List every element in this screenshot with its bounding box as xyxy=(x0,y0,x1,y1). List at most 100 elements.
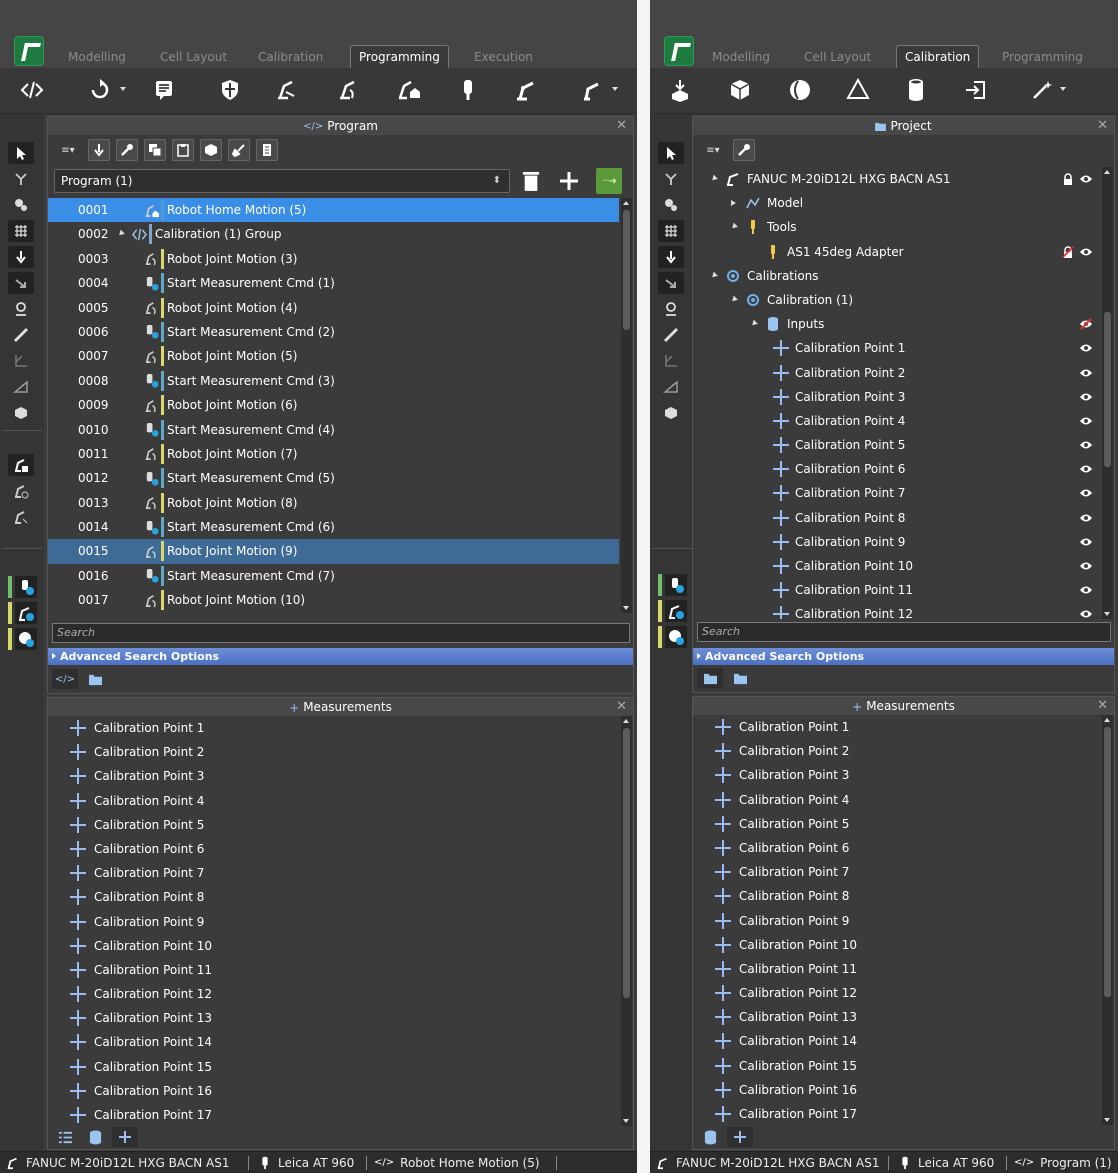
ruler-icon[interactable] xyxy=(658,324,684,346)
eye-icon[interactable] xyxy=(1080,560,1092,572)
wrench-icon[interactable] xyxy=(116,139,138,161)
tab-folder-icon[interactable] xyxy=(697,668,723,688)
tab-list-icon[interactable] xyxy=(52,1127,78,1147)
eye-icon[interactable] xyxy=(1080,487,1092,499)
select-arrow-icon[interactable] xyxy=(658,142,684,164)
ruler-icon[interactable] xyxy=(8,324,34,346)
robot-arm-icon[interactable] xyxy=(512,76,540,104)
eye-icon[interactable] xyxy=(1080,246,1092,258)
scroll-down-icon[interactable] xyxy=(623,1119,629,1123)
measurement-item[interactable]: Calibration Point 3 xyxy=(48,764,619,788)
measurement-item[interactable]: Calibration Point 7 xyxy=(48,861,619,885)
jog-tool-icon[interactable] xyxy=(8,272,34,294)
sync-status-icon[interactable] xyxy=(665,626,687,648)
eye-icon[interactable] xyxy=(1080,463,1092,475)
program-row[interactable]: 0010 Start Measurement Cmd (4) xyxy=(48,418,619,442)
scroll-up-icon[interactable] xyxy=(623,719,629,723)
project-tree-item[interactable]: Tools xyxy=(693,215,1100,239)
measurement-item[interactable]: Calibration Point 17 xyxy=(693,1102,1100,1125)
measurement-item[interactable]: Calibration Point 7 xyxy=(693,860,1100,884)
program-row[interactable]: 0014 Start Measurement Cmd (6) xyxy=(48,515,619,539)
paste-icon[interactable] xyxy=(172,139,194,161)
measurement-item[interactable]: Calibration Point 13 xyxy=(693,1005,1100,1029)
robot-lock-icon[interactable] xyxy=(8,454,34,476)
measurement-item[interactable]: Calibration Point 6 xyxy=(693,836,1100,860)
object-icon[interactable] xyxy=(658,402,684,424)
scroll-down-icon[interactable] xyxy=(623,606,629,610)
expanded-arrow-icon[interactable] xyxy=(710,271,718,280)
chevron-down-icon[interactable] xyxy=(1060,87,1066,91)
jog-icon[interactable] xyxy=(8,246,34,268)
delete-button[interactable] xyxy=(518,168,544,194)
measurement-item[interactable]: Calibration Point 5 xyxy=(48,813,619,837)
program-row[interactable]: 0012 Start Measurement Cmd (5) xyxy=(48,466,619,490)
shield-icon[interactable] xyxy=(216,76,244,104)
measurement-item[interactable]: Calibration Point 14 xyxy=(693,1029,1100,1053)
scroll-thumb[interactable] xyxy=(623,728,630,998)
program-row[interactable]: 0007 Robot Joint Motion (5) xyxy=(48,344,619,368)
measurement-item[interactable]: Calibration Point 8 xyxy=(693,884,1100,908)
copy-icon[interactable] xyxy=(144,139,166,161)
project-scrollbar[interactable] xyxy=(1102,167,1113,619)
search-input[interactable]: Search xyxy=(697,622,1111,642)
tab-folder-icon[interactable] xyxy=(82,669,108,689)
scroll-thumb[interactable] xyxy=(1104,312,1111,467)
advanced-search-toggle[interactable]: Advanced Search Options xyxy=(693,648,1114,665)
jog-icon[interactable] xyxy=(658,246,684,268)
status-program-item[interactable]: </> Program (1) xyxy=(1014,1152,1112,1173)
program-row[interactable]: 0015 Robot Joint Motion (9) xyxy=(48,539,619,564)
project-tree-item[interactable]: Calibration Point 7 xyxy=(693,481,1100,505)
location-icon[interactable] xyxy=(8,298,34,320)
program-row[interactable]: 0002 Calibration (1) Group xyxy=(48,222,619,246)
project-tree-item[interactable]: Calibration Point 3 xyxy=(693,385,1100,409)
expanded-arrow-icon[interactable] xyxy=(730,222,738,231)
project-tree-item[interactable]: Calibration (1) xyxy=(693,288,1100,312)
project-tree-item[interactable]: Inputs xyxy=(693,312,1100,336)
teach-icon[interactable] xyxy=(88,139,110,161)
chevron-down-icon[interactable] xyxy=(120,87,126,91)
expanded-arrow-icon[interactable] xyxy=(730,295,738,304)
program-scrollbar[interactable] xyxy=(621,198,632,613)
measurement-item[interactable]: Calibration Point 9 xyxy=(693,909,1100,933)
project-tree-item[interactable]: AS1 45deg Adapter xyxy=(693,240,1100,264)
program-row[interactable]: 0009 Robot Joint Motion (6) xyxy=(48,393,619,417)
select-arrow-icon[interactable] xyxy=(8,142,34,164)
search-input[interactable]: Search xyxy=(52,623,630,643)
tab-program-code-icon[interactable]: </> xyxy=(52,669,78,689)
comment-icon[interactable] xyxy=(150,76,178,104)
cube-icon[interactable] xyxy=(726,76,754,104)
tab-measurements-icon[interactable] xyxy=(112,1127,138,1147)
unlock-icon[interactable] xyxy=(1062,245,1074,258)
measurement-icon[interactable] xyxy=(454,76,482,104)
eye-hidden-icon[interactable] xyxy=(1080,318,1092,330)
triangle-measure-icon[interactable] xyxy=(8,376,34,398)
close-icon[interactable]: ✕ xyxy=(616,117,627,135)
tab-database-icon[interactable] xyxy=(697,1127,723,1147)
measurement-item[interactable]: Calibration Point 16 xyxy=(693,1078,1100,1102)
tab-calibration[interactable]: Calibration xyxy=(896,45,980,69)
close-icon[interactable]: ✕ xyxy=(616,698,627,716)
loop-icon[interactable] xyxy=(86,76,114,104)
measurement-item[interactable]: Calibration Point 10 xyxy=(48,934,619,958)
sync-status-icon[interactable] xyxy=(15,628,37,650)
cylinder-icon[interactable] xyxy=(902,76,930,104)
program-selector[interactable]: Program (1) ⬍ xyxy=(54,169,510,193)
grid-icon[interactable] xyxy=(658,220,684,242)
collapsed-arrow-icon[interactable] xyxy=(731,200,736,207)
project-tree-item[interactable]: Calibrations xyxy=(693,264,1100,288)
tab-database-icon[interactable] xyxy=(82,1127,108,1147)
status-robot[interactable]: FANUC M-20iD12L HXG BACN AS1 xyxy=(6,1152,229,1173)
project-tree-item[interactable]: FANUC M-20iD12L HXG BACN AS1 xyxy=(693,167,1100,191)
run-button[interactable]: ···➜ xyxy=(596,168,622,194)
measurement-item[interactable]: Calibration Point 11 xyxy=(693,957,1100,981)
measurement-item[interactable]: Calibration Point 1 xyxy=(693,715,1100,739)
scroll-thumb[interactable] xyxy=(1104,727,1111,997)
grid-icon[interactable] xyxy=(8,220,34,242)
menu-icon[interactable]: ≡▾ xyxy=(54,139,82,161)
menu-icon[interactable]: ≡▾ xyxy=(699,139,727,161)
project-tree-item[interactable]: Calibration Point 2 xyxy=(693,361,1100,385)
tab-modelling[interactable]: Modelling xyxy=(704,46,778,68)
program-row[interactable]: 0003 Robot Joint Motion (3) xyxy=(48,247,619,271)
eye-icon[interactable] xyxy=(1080,584,1092,596)
status-tracker[interactable]: Leica AT 960 xyxy=(258,1152,354,1173)
